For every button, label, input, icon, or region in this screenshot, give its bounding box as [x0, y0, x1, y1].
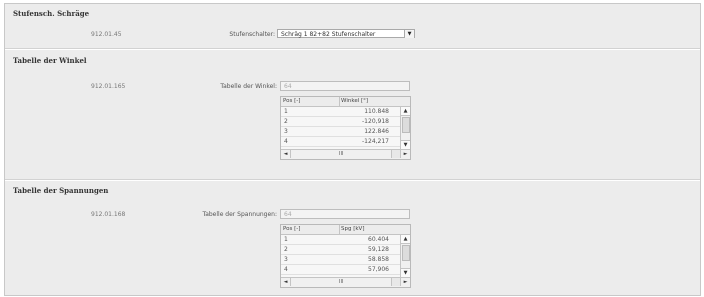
- section-stufenschalter: Stufensch. Schräge 912.01.45 Stufenschal…: [5, 4, 700, 48]
- scroll-right-icon[interactable]: ►: [400, 278, 410, 286]
- section-spannungen: Tabelle der Spannungen 912.01.168 Tabell…: [5, 181, 700, 295]
- scroll-down-icon[interactable]: ▼: [401, 268, 410, 277]
- vertical-scrollbar[interactable]: ▲ ▼: [400, 235, 410, 277]
- cell-pos: 1: [284, 236, 288, 243]
- column-header-winkel: Winkel [°]: [341, 98, 369, 104]
- parameter-code: 912.01.45: [91, 31, 122, 38]
- cell-value[interactable]: 59,128: [339, 245, 389, 254]
- cell-value[interactable]: 58.858: [339, 255, 389, 264]
- cell-pos: 3: [284, 256, 288, 263]
- scrollbar-thumb[interactable]: [402, 117, 410, 133]
- column-header-spg: Spg [kV]: [341, 226, 365, 232]
- scroll-left-icon[interactable]: ◄: [281, 278, 291, 286]
- table-row[interactable]: 2 -120,918: [281, 117, 400, 127]
- winkel-table[interactable]: Pos [-] Winkel [°] 1 110.848 2 -120,918 …: [280, 96, 411, 160]
- horizontal-scrollbar[interactable]: ◄ III ►: [281, 277, 410, 287]
- section-winkel: Tabelle der Winkel 912.01.165 Tabelle de…: [5, 50, 700, 178]
- scroll-up-icon[interactable]: ▲: [401, 107, 410, 116]
- cell-value[interactable]: -124,217: [339, 137, 389, 146]
- cell-pos: 2: [284, 118, 288, 125]
- stufenschalter-label: Stufenschalter:: [229, 31, 275, 38]
- scroll-right-icon[interactable]: ►: [400, 150, 410, 158]
- parameter-code: 912.01.168: [91, 211, 126, 218]
- scroll-down-icon[interactable]: ▼: [401, 140, 410, 149]
- select-value: Schräg 1 82+82 Stufenschalter: [281, 31, 376, 38]
- cell-pos: 3: [284, 128, 288, 135]
- spannungen-table-label: Tabelle der Spannungen:: [202, 211, 277, 218]
- scrollbar-grip-icon[interactable]: III: [339, 150, 343, 158]
- cell-value[interactable]: 60.404: [339, 235, 389, 244]
- winkel-count-field[interactable]: 64: [280, 81, 410, 91]
- table-row[interactable]: 4 -124,217: [281, 137, 400, 147]
- parameter-panel: Stufensch. Schräge 912.01.45 Stufenschal…: [4, 3, 701, 296]
- cell-pos: 4: [284, 266, 288, 273]
- column-header-pos: Pos [-]: [281, 225, 340, 234]
- parameter-code: 912.01.165: [91, 83, 126, 90]
- winkel-table-label: Tabelle der Winkel:: [220, 83, 277, 90]
- stufenschalter-select[interactable]: Schräg 1 82+82 Stufenschalter ▼: [277, 29, 415, 38]
- section-title: Stufensch. Schräge: [13, 9, 90, 18]
- cell-value[interactable]: 110.848: [339, 107, 389, 116]
- spannungen-count-field[interactable]: 64: [280, 209, 410, 219]
- section-title: Tabelle der Winkel: [13, 56, 87, 65]
- table-row[interactable]: 2 59,128: [281, 245, 400, 255]
- cell-pos: 2: [284, 246, 288, 253]
- cell-value[interactable]: 57,906: [339, 265, 389, 274]
- cell-pos: 1: [284, 108, 288, 115]
- cell-value[interactable]: -120,918: [339, 117, 389, 126]
- horizontal-scrollbar[interactable]: ◄ III ►: [281, 149, 410, 159]
- table-row[interactable]: 4 57,906: [281, 265, 400, 275]
- column-header-pos: Pos [-]: [281, 97, 340, 106]
- table-row[interactable]: 3 122.846: [281, 127, 400, 137]
- vertical-scrollbar[interactable]: ▲ ▼: [400, 107, 410, 149]
- table-row[interactable]: 3 58.858: [281, 255, 400, 265]
- scroll-left-icon[interactable]: ◄: [281, 150, 291, 158]
- scrollbar-thumb[interactable]: [402, 245, 410, 261]
- table-row[interactable]: 1 110.848: [281, 107, 400, 117]
- scrollbar-grip-icon[interactable]: III: [339, 278, 343, 286]
- section-title: Tabelle der Spannungen: [13, 186, 109, 195]
- table-row[interactable]: 1 60.404: [281, 235, 400, 245]
- chevron-down-icon[interactable]: ▼: [404, 30, 414, 38]
- cell-value[interactable]: 122.846: [339, 127, 389, 136]
- scroll-up-icon[interactable]: ▲: [401, 235, 410, 244]
- table-header: Pos [-] Winkel [°]: [281, 97, 410, 107]
- table-header: Pos [-] Spg [kV]: [281, 225, 410, 235]
- spannungen-table[interactable]: Pos [-] Spg [kV] 1 60.404 2 59,128 3 58.…: [280, 224, 411, 288]
- cell-pos: 4: [284, 138, 288, 145]
